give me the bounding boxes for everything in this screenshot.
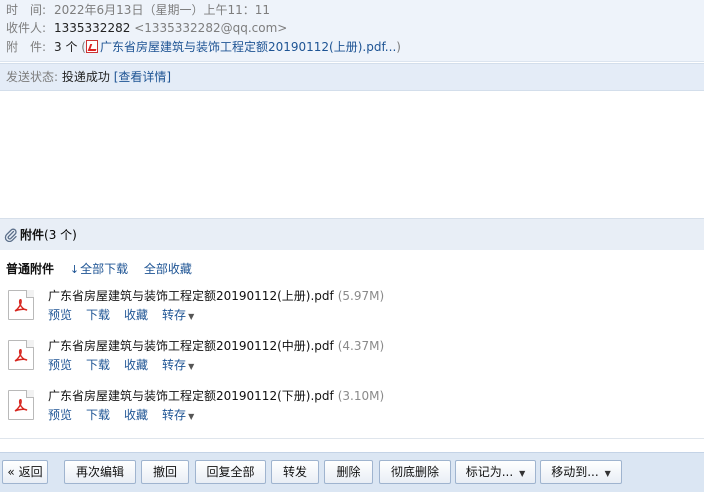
- mail-body: [0, 92, 704, 218]
- collect-link[interactable]: 收藏: [124, 358, 148, 372]
- save-to-link[interactable]: 转存 ▼: [162, 308, 194, 322]
- attachment-filename[interactable]: 广东省房屋建筑与装饰工程定额20190112(中册).pdf: [48, 339, 334, 353]
- attachment-row: 附 件: 3 个 (广东省房屋建筑与装饰工程定额20190112(上册).pdf.…: [6, 40, 401, 54]
- attachment-count: 3 个: [54, 40, 78, 54]
- delete-button[interactable]: 删除: [324, 460, 373, 484]
- chevron-down-icon: ▼: [188, 312, 195, 321]
- attachment-preview-link[interactable]: 广东省房屋建筑与装饰工程定额20190112(上册).pdf...: [100, 40, 396, 54]
- recipient-email: <1335332282@qq.com>: [134, 21, 288, 35]
- mark-as-dropdown[interactable]: 标记为... ▼: [455, 460, 536, 484]
- preview-link[interactable]: 预览: [48, 308, 72, 322]
- pdf-file-icon[interactable]: [8, 340, 34, 370]
- recall-button[interactable]: 撤回: [141, 460, 189, 484]
- attachments-count: (3 个): [44, 228, 77, 242]
- back-button[interactable]: « 返回: [2, 460, 48, 484]
- attachment-item: 广东省房屋建筑与装饰工程定额20190112(中册).pdf (4.37M) 预览…: [8, 337, 668, 377]
- attachments-header: 附件(3 个): [0, 218, 704, 250]
- reply-all-button[interactable]: 回复全部: [195, 460, 266, 484]
- time-label: 时 间:: [6, 3, 47, 17]
- attachment-filename[interactable]: 广东省房屋建筑与装饰工程定额20190112(上册).pdf: [48, 289, 334, 303]
- re-edit-button[interactable]: 再次编辑: [64, 460, 136, 484]
- mail-header: 时 间: 2022年6月13日（星期一）上午11：11 收件人: 133533228…: [0, 0, 704, 62]
- download-link[interactable]: 下载: [86, 358, 110, 372]
- attachment-item: 广东省房屋建筑与装饰工程定额20190112(下册).pdf (3.10M) 预览…: [8, 387, 668, 427]
- preview-link[interactable]: 预览: [48, 408, 72, 422]
- move-to-dropdown[interactable]: 移动到... ▼: [540, 460, 622, 484]
- download-all-link[interactable]: 全部下载: [80, 262, 128, 276]
- attachment-size: (4.37M): [337, 339, 385, 353]
- download-link[interactable]: 下载: [86, 408, 110, 422]
- preview-link[interactable]: 预览: [48, 358, 72, 372]
- save-to-label: 转存: [162, 308, 187, 322]
- recipient-name[interactable]: 1335332282: [54, 21, 130, 35]
- collect-link[interactable]: 收藏: [124, 408, 148, 422]
- mark-as-label: 标记为...: [465, 465, 514, 479]
- bottom-toolbar: « 返回 再次编辑 撤回 回复全部 转发 删除 彻底删除 标记为... ▼ 移动到…: [0, 452, 704, 492]
- recipient-row: 收件人: 1335332282 <1335332282@qq.com>: [6, 19, 287, 37]
- chevron-down-icon: ▼: [188, 362, 195, 371]
- paperclip-icon: [4, 228, 17, 242]
- pdf-file-icon[interactable]: [8, 390, 34, 420]
- attachment-item: 广东省房屋建筑与装饰工程定额20190112(上册).pdf (5.97M) 预览…: [8, 287, 668, 327]
- attachment-size: (5.97M): [337, 289, 385, 303]
- attachments-title: 附件: [20, 228, 45, 242]
- download-arrow-icon: ↓: [69, 263, 80, 276]
- save-to-label: 转存: [162, 358, 187, 372]
- status-detail-link[interactable]: [查看详情]: [114, 70, 171, 84]
- chevron-down-icon: ▼: [519, 469, 526, 478]
- save-to-link[interactable]: 转存 ▼: [162, 358, 194, 372]
- move-to-label: 移动到...: [551, 465, 599, 479]
- collect-all-link[interactable]: 全部收藏: [144, 262, 192, 276]
- status-label: 发送状态:: [6, 70, 59, 84]
- chevron-down-icon: ▼: [604, 469, 611, 478]
- normal-attachments-label: 普通附件: [6, 262, 55, 276]
- download-link[interactable]: 下载: [86, 308, 110, 322]
- pdf-file-icon: [85, 40, 98, 53]
- normal-attachments-bar: 普通附件 ↓全部下载 全部收藏: [6, 260, 204, 278]
- pdf-file-icon[interactable]: [8, 290, 34, 320]
- save-to-link[interactable]: 转存 ▼: [162, 408, 194, 422]
- time-value: 2022年6月13日（星期一）上午11：11: [54, 3, 270, 17]
- chevron-down-icon: ▼: [188, 412, 195, 421]
- forward-button[interactable]: 转发: [271, 460, 319, 484]
- status-value: 投递成功: [61, 70, 110, 84]
- attachment-size: (3.10M): [337, 389, 385, 403]
- divider: [0, 438, 704, 439]
- attachment-filename[interactable]: 广东省房屋建筑与装饰工程定额20190112(下册).pdf: [48, 389, 334, 403]
- delivery-status-bar: 发送状态: 投递成功 [查看详情]: [0, 63, 704, 91]
- recipient-label: 收件人:: [6, 21, 47, 35]
- attachment-label: 附 件:: [6, 40, 47, 54]
- collect-link[interactable]: 收藏: [124, 308, 148, 322]
- time-row: 时 间: 2022年6月13日（星期一）上午11：11: [6, 1, 270, 19]
- delete-permanently-button[interactable]: 彻底删除: [379, 460, 451, 484]
- attachment-actions: 预览 下载 收藏 转存 ▼: [48, 306, 208, 324]
- save-to-label: 转存: [162, 408, 187, 422]
- attachment-actions: 预览 下载 收藏 转存 ▼: [48, 356, 208, 374]
- attachment-actions: 预览 下载 收藏 转存 ▼: [48, 406, 208, 424]
